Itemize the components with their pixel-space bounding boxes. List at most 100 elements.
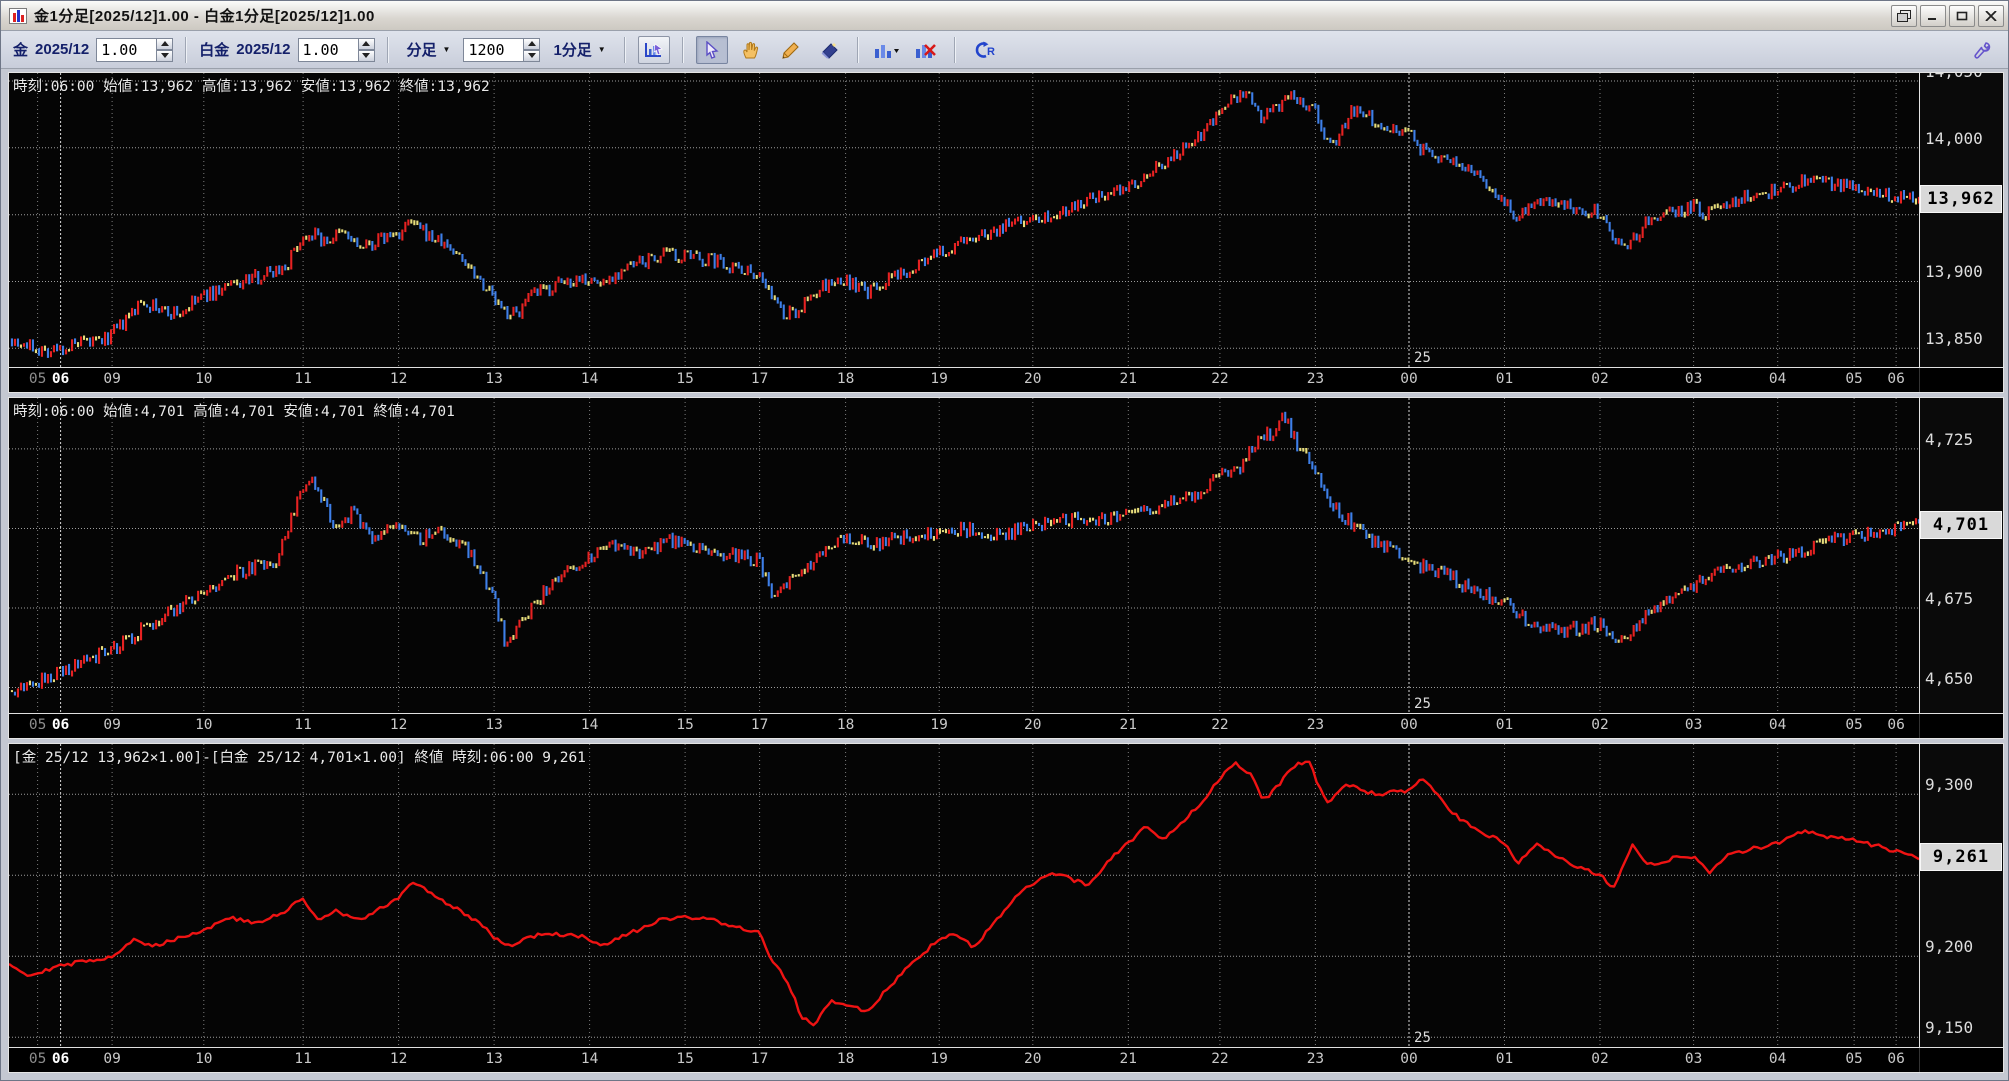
- gold-current-price: 13,962: [1920, 184, 2002, 213]
- refresh-icon: R: [975, 41, 995, 58]
- select-cursor-button[interactable]: [695, 35, 728, 64]
- platinum-plot[interactable]: 時刻:06:00 始値:4,701 高値:4,701 安値:4,701 終値:4…: [9, 398, 1919, 713]
- time-tick-label: 00: [1400, 1051, 1418, 1067]
- close-button[interactable]: [1978, 4, 2004, 27]
- gold-ratio-up-button[interactable]: [156, 37, 174, 50]
- time-tick-label: 09: [103, 371, 121, 387]
- refresh-button[interactable]: R: [968, 36, 1000, 64]
- toolbar-separator: [953, 36, 956, 63]
- window-title: 金1分足[2025/12]1.00 - 白金1分足[2025/12]1.00: [34, 8, 375, 25]
- time-tick-label: 20: [1024, 1051, 1042, 1067]
- bar-type-dropdown[interactable]: 分足 ▼: [401, 36, 457, 63]
- time-tick-label: 02: [1591, 371, 1609, 387]
- interval-dropdown[interactable]: 1分足 ▼: [547, 36, 611, 63]
- minimize-button[interactable]: [1920, 4, 1946, 27]
- spread-info: [金 25/12 13,962×1.00]-[白金 25/12 4,701×1.…: [13, 750, 586, 766]
- spread-time-axis: 05 06 09 10 11 12 13 14 15 17 18 19 20 21 22 23 00 01 02 03…: [9, 1047, 2003, 1072]
- bar-count-up-button[interactable]: [523, 37, 541, 50]
- time-tick-label: 13: [485, 371, 503, 387]
- svg-text:R: R: [987, 46, 995, 58]
- eraser-button[interactable]: [813, 36, 845, 64]
- gold-plot[interactable]: 時刻:06:00 始値:13,962 高値:13,962 安値:13,962 終…: [9, 73, 1919, 367]
- time-tick-label: 04: [1768, 371, 1787, 387]
- time-tick-label: 04: [1768, 1051, 1787, 1067]
- time-tick-label: 18: [836, 1051, 855, 1067]
- time-tick-label: 19: [930, 371, 948, 387]
- time-tick-label: 05: [1845, 1051, 1863, 1067]
- time-tick-label: 22: [1211, 371, 1229, 387]
- time-tick-label: 04: [1768, 717, 1787, 733]
- platinum-label: 白金: [199, 42, 230, 59]
- platinum-ratio-down-button[interactable]: [357, 49, 375, 62]
- gold-chart-panel: 時刻:06:00 始値:13,962 高値:13,962 安値:13,962 終…: [8, 72, 2004, 393]
- time-tick-label: 11: [294, 717, 312, 733]
- platinum-ratio-up-button[interactable]: [357, 37, 375, 50]
- time-tick-label: 09: [103, 1051, 121, 1067]
- toolbar: 金 2025/12 1.00 白金 2025/12 1.00 分足 ▼ 1200…: [1, 31, 2008, 69]
- time-tick-label: 02: [1591, 717, 1609, 733]
- bar-count-down-button[interactable]: [523, 49, 541, 62]
- time-tick-label: 23: [1306, 1051, 1325, 1067]
- chart-settings-button[interactable]: [637, 35, 670, 64]
- time-tick-label: 06: [51, 717, 70, 733]
- time-tick-label: 12: [389, 717, 408, 733]
- price-tick-label: 9,200: [1925, 937, 1974, 957]
- time-tick-label: 23: [1306, 371, 1325, 387]
- time-tick-label: 23: [1306, 717, 1325, 733]
- time-tick-label: 14: [580, 1051, 599, 1067]
- gold-label: 金: [13, 42, 29, 59]
- time-tick-label: 06: [51, 371, 70, 387]
- time-tick-label: 05: [28, 371, 47, 387]
- bar-chart-icon: [874, 44, 899, 58]
- date-label: 25: [1414, 696, 1431, 712]
- gold-ratio-spinner: 1.00: [96, 37, 174, 62]
- price-tick-label: 9,150: [1925, 1018, 1974, 1038]
- time-tick-label: 12: [389, 371, 408, 387]
- time-tick-label: 21: [1119, 1051, 1137, 1067]
- chart-area: 時刻:06:00 始値:13,962 高値:13,962 安値:13,962 終…: [1, 69, 2008, 1080]
- platinum-chart-panel: 時刻:06:00 始値:4,701 高値:4,701 安値:4,701 終値:4…: [8, 397, 2004, 739]
- date-label: 25: [1414, 1030, 1431, 1046]
- app-window: 金1分足[2025/12]1.00 - 白金1分足[2025/12]1.00 金…: [0, 0, 2009, 1081]
- time-tick-label: 15: [676, 717, 694, 733]
- platinum-time-axis: 05 06 09 10 11 12 13 14 15 17 18 19 20 21 22 23 00 01 02 03…: [9, 713, 2003, 738]
- platinum-contract-month: 2025/12: [236, 41, 291, 58]
- platinum-ratio-value[interactable]: 1.00: [297, 37, 358, 62]
- toolbar-separator: [681, 36, 684, 63]
- spread-plot[interactable]: [金 25/12 13,962×1.00]-[白金 25/12 4,701×1.…: [9, 744, 1919, 1047]
- time-tick-label: 02: [1591, 1051, 1609, 1067]
- time-tick-label: 21: [1119, 717, 1137, 733]
- hand-icon: [742, 41, 758, 58]
- bar-chart-delete-icon: [915, 43, 936, 58]
- new-window-button[interactable]: [1891, 4, 1917, 27]
- time-tick-label: 00: [1400, 717, 1418, 733]
- time-tick-label: 03: [1684, 717, 1703, 733]
- tools-wrench-button[interactable]: [1966, 36, 1998, 64]
- maximize-button[interactable]: [1949, 4, 1975, 27]
- draw-pencil-button[interactable]: [774, 36, 806, 64]
- remove-indicator-button[interactable]: [910, 36, 942, 64]
- time-tick-label: 06: [51, 1051, 70, 1067]
- time-tick-label: 01: [1495, 717, 1514, 733]
- toolbar-separator: [386, 36, 389, 63]
- pan-hand-button[interactable]: [735, 36, 767, 64]
- price-tick-label: 13,900: [1925, 262, 1983, 282]
- time-tick-label: 17: [750, 1051, 769, 1067]
- spread-price-axis: 9,261 9,300 9,200 9,150: [1919, 744, 2003, 1047]
- time-tick-label: 20: [1024, 371, 1042, 387]
- time-tick-label: 13: [485, 1051, 503, 1067]
- gold-ratio-value[interactable]: 1.00: [96, 37, 157, 62]
- time-tick-label: 13: [485, 717, 503, 733]
- gold-contract-month: 2025/12: [35, 41, 90, 58]
- time-tick-label: 14: [580, 717, 599, 733]
- eraser-icon: [821, 42, 838, 59]
- price-tick-label: 4,650: [1925, 668, 1974, 688]
- time-tick-label: 10: [195, 717, 213, 733]
- chart-type-button[interactable]: [871, 36, 903, 64]
- price-tick-label: 14,000: [1925, 128, 1983, 148]
- toolbar-separator: [623, 36, 626, 63]
- gold-ratio-down-button[interactable]: [156, 49, 174, 62]
- bar-count-value[interactable]: 1200: [463, 37, 524, 62]
- chart-settings-icon: [644, 42, 663, 57]
- time-tick-label: 00: [1400, 371, 1418, 387]
